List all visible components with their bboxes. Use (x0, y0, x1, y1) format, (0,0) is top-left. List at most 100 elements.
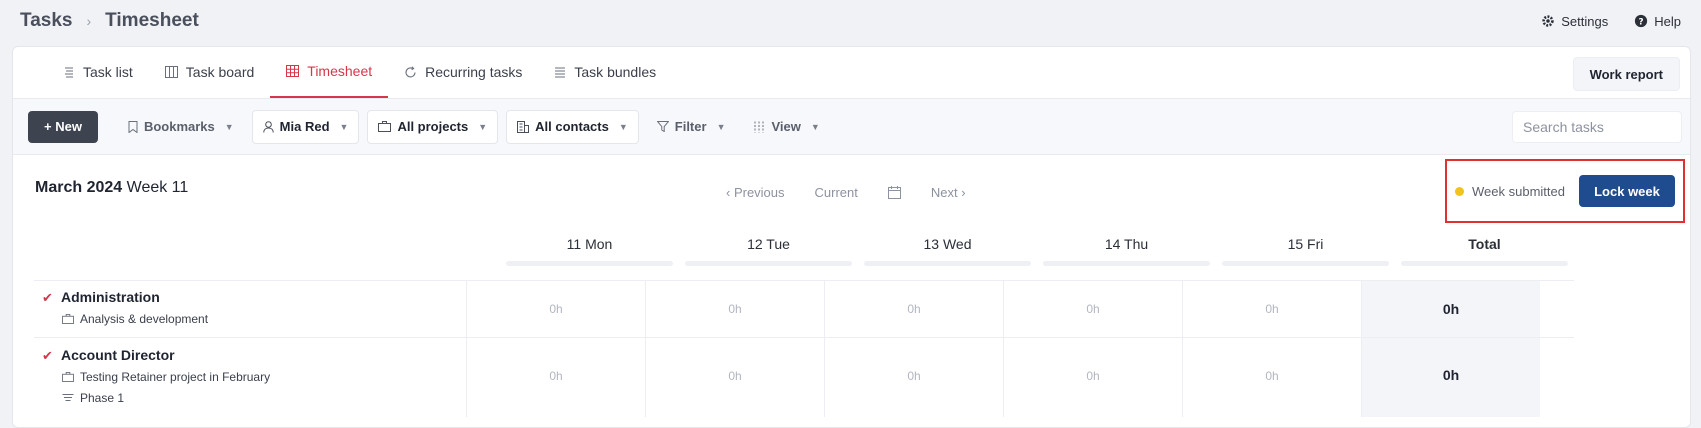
tab-timesheet[interactable]: Timesheet (270, 47, 389, 98)
phase-icon (62, 393, 74, 403)
hours-cell[interactable]: 0h (824, 281, 1003, 337)
week-title: March 2024 Week 11 (35, 179, 188, 197)
current-week-button[interactable]: Current (815, 185, 858, 200)
next-week-button[interactable]: Next › (931, 185, 966, 200)
month-year: March 2024 (35, 179, 123, 196)
table-row: ✔ Administration Analysis & development … (34, 280, 1574, 337)
projects-dropdown[interactable]: All projects ▼ (367, 109, 499, 144)
hours-cell[interactable]: 0h (645, 281, 824, 337)
grid-icon (286, 65, 300, 77)
refresh-icon (404, 65, 417, 79)
breadcrumb-root[interactable]: Tasks (20, 10, 72, 32)
hours-cell[interactable]: 0h (466, 338, 645, 417)
calendar-icon[interactable] (887, 186, 901, 199)
project-name: Testing Retainer project in February (80, 370, 271, 384)
week-status-highlight: Week submitted Lock week (1445, 159, 1685, 223)
tab-label: Timesheet (307, 63, 373, 79)
week-header: March 2024 Week 11 ‹ Previous Current Ne… (13, 155, 1690, 227)
row-total: 0h (1361, 338, 1540, 417)
new-button[interactable]: + New (28, 110, 98, 143)
task-phase: Phase 1 (62, 391, 124, 405)
day-bar (506, 261, 673, 266)
settings-label: Settings (1561, 13, 1609, 29)
total-label: Total (1468, 236, 1501, 252)
task-project: Analysis & development (62, 312, 208, 326)
tab-bar: Task list Task board Timesheet Recurring… (13, 47, 1690, 99)
contacts-dropdown[interactable]: All contacts ▼ (506, 109, 639, 144)
filter-dropdown[interactable]: Filter ▼ (647, 111, 736, 143)
chevron-down-icon: ▼ (224, 121, 234, 132)
hours-cell[interactable]: 0h (824, 338, 1003, 417)
bookmark-icon (128, 120, 138, 133)
board-icon (164, 66, 178, 78)
briefcase-icon (62, 372, 74, 382)
day-label: 15 Fri (1287, 236, 1324, 252)
user-label: Mia Red (279, 119, 330, 134)
day-bar (1222, 261, 1389, 266)
work-report-button[interactable]: Work report (1572, 57, 1680, 91)
chevron-down-icon: ▼ (716, 121, 726, 132)
bookmarks-dropdown[interactable]: Bookmarks ▼ (118, 111, 244, 143)
day-label: 11 Mon (566, 236, 613, 252)
chevron-down-icon: ▼ (339, 121, 349, 132)
task-name[interactable]: Account Director (61, 347, 175, 363)
day-header: 11 Mon (500, 236, 679, 266)
top-actions: Settings ? Help (1541, 14, 1681, 29)
day-label: 12 Tue (747, 236, 790, 252)
check-icon[interactable]: ✔ (42, 348, 53, 364)
projects-label: All projects (397, 119, 469, 134)
tab-label: Recurring tasks (425, 64, 523, 80)
help-icon: ? (1634, 14, 1648, 28)
day-header: 14 Thu (1037, 236, 1216, 266)
project-name: Analysis & development (80, 312, 209, 326)
hours-cell[interactable]: 0h (1182, 281, 1361, 337)
hours-cell[interactable]: 0h (1003, 338, 1182, 417)
user-dropdown[interactable]: Mia Red ▼ (251, 109, 360, 144)
tab-task-board[interactable]: Task board (149, 47, 270, 98)
previous-week-button[interactable]: ‹ Previous (726, 185, 785, 200)
toolbar: + New Bookmarks ▼ Mia Red ▼ All projects… (13, 99, 1690, 155)
breadcrumb-separator: › (86, 13, 92, 29)
filter-icon (656, 121, 669, 132)
list-icon (63, 66, 75, 78)
table-row: ✔ Account Director Testing Retainer proj… (34, 337, 1574, 417)
tab-task-list[interactable]: Task list (47, 47, 149, 98)
day-bar (1401, 261, 1568, 266)
hours-cell[interactable]: 0h (466, 281, 645, 337)
chevron-down-icon: ▼ (618, 121, 628, 132)
svg-text:?: ? (1639, 18, 1644, 28)
briefcase-icon (378, 121, 392, 132)
briefcase-icon (62, 314, 74, 324)
help-label: Help (1654, 13, 1681, 29)
page-title: Timesheet (105, 10, 199, 31)
tab-recurring-tasks[interactable]: Recurring tasks (388, 47, 538, 98)
row-total: 0h (1361, 281, 1540, 337)
week-navigation: ‹ Previous Current Next › (726, 185, 966, 200)
week-number: Week 11 (126, 179, 189, 196)
task-name[interactable]: Administration (61, 289, 160, 305)
phase-name: Phase 1 (80, 391, 125, 405)
day-label: 13 Wed (923, 236, 972, 252)
check-icon[interactable]: ✔ (42, 290, 53, 306)
building-icon (517, 120, 530, 133)
hours-cell[interactable]: 0h (1003, 281, 1182, 337)
bookmarks-label: Bookmarks (143, 119, 215, 134)
day-bar (685, 261, 852, 266)
view-dropdown[interactable]: View ▼ (743, 111, 829, 143)
search-input[interactable] (1512, 110, 1682, 143)
bundle-icon (554, 66, 566, 78)
chevron-down-icon: ▼ (478, 121, 488, 132)
day-header: 15 Fri (1216, 236, 1395, 266)
contacts-label: All contacts (535, 119, 609, 134)
chevron-down-icon: ▼ (810, 121, 820, 132)
settings-link[interactable]: Settings (1541, 14, 1608, 29)
view-label: View (771, 119, 801, 134)
top-bar: Tasks › Timesheet Settings ? Help (0, 0, 1701, 42)
tab-label: Task list (83, 64, 133, 80)
lock-week-button[interactable]: Lock week (1579, 175, 1675, 207)
tab-task-bundles[interactable]: Task bundles (538, 47, 672, 98)
hours-cell[interactable]: 0h (645, 338, 824, 417)
help-link[interactable]: ? Help (1634, 14, 1681, 29)
hours-cell[interactable]: 0h (1182, 338, 1361, 417)
day-header: 12 Tue (679, 236, 858, 266)
